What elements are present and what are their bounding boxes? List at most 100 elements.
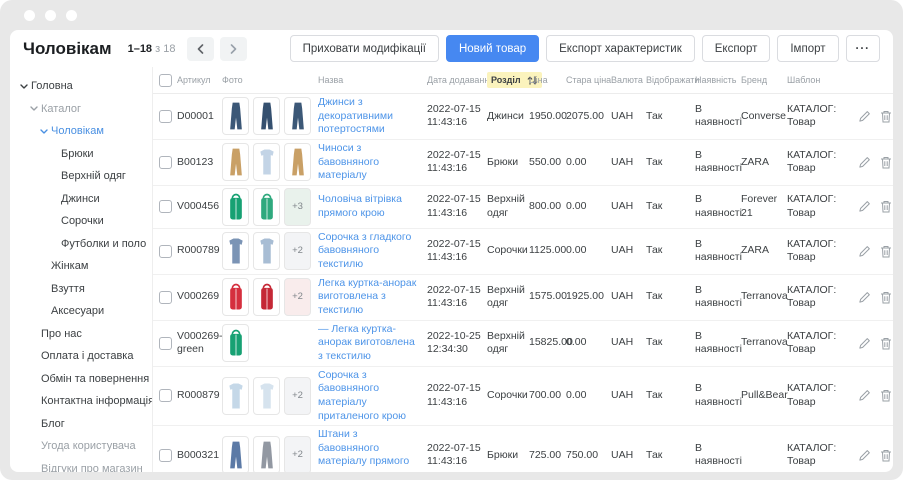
product-photos [222,324,318,362]
sidebar-item[interactable]: Жінкам [10,255,152,278]
product-photo[interactable] [253,232,280,270]
product-photo[interactable] [222,232,249,270]
more-photos-badge[interactable]: +3 [284,188,311,226]
edit-button[interactable] [858,291,871,304]
product-name-link[interactable]: Сорочка з бавовняного матеріалу притален… [318,369,427,424]
product-name-link[interactable]: Сорочка з гладкого бавовняного текстилю [318,231,427,272]
export-characteristics-button[interactable]: Експорт характеристик [546,35,695,62]
product-name-link[interactable]: Легка куртка-анорак виготовлена з тексти… [318,277,427,318]
more-photos-badge[interactable]: +2 [284,377,311,415]
delete-button[interactable] [880,156,892,169]
sidebar-item[interactable]: Сорочки [10,210,152,233]
edit-button[interactable] [858,156,871,169]
column-header-date: Дата додавання [427,75,487,85]
chevron-right-icon [230,44,237,54]
sidebar-item[interactable]: Брюки [10,143,152,166]
sidebar-item[interactable]: Блог [10,413,152,436]
window-dot[interactable] [45,10,56,21]
row-actions [858,337,893,350]
delete-button[interactable] [880,337,892,350]
product-name-link[interactable]: Штани з бавовняного матеріалу прямого кр… [318,428,427,472]
product-name-link[interactable]: Чиноси з бавовняного матеріалу [318,142,427,183]
product-photo[interactable] [253,188,280,226]
delete-button[interactable] [880,245,892,258]
row-checkbox[interactable] [159,449,172,462]
more-photos-badge[interactable]: +2 [284,232,311,270]
row-checkbox[interactable] [159,156,172,169]
sidebar-item[interactable]: Верхній одяг [10,165,152,188]
sidebar-item[interactable]: Угода користувача [10,435,152,458]
product-availability: В наявності [695,330,741,357]
more-button[interactable]: ··· [846,35,881,62]
product-photo[interactable] [222,436,249,472]
delete-button[interactable] [880,449,892,462]
product-photo[interactable] [222,188,249,226]
product-photo[interactable] [253,436,280,472]
more-photos-badge[interactable]: +2 [284,278,311,316]
product-price: 1125.00 [529,244,566,258]
delete-button[interactable] [880,200,892,213]
sidebar-item[interactable]: Джинси [10,188,152,211]
edit-button[interactable] [858,245,871,258]
product-template: КАТАЛОГ: Товар [787,193,858,220]
row-checkbox[interactable] [159,291,172,304]
pagination-prev-button[interactable] [187,37,214,61]
delete-button[interactable] [880,389,892,402]
row-checkbox[interactable] [159,389,172,402]
product-name-link[interactable]: — Легка куртка-анорак виготовлена з текс… [318,323,427,364]
product-display: Так [646,336,695,350]
edit-button[interactable] [858,337,871,350]
delete-button[interactable] [880,291,892,304]
sidebar-item[interactable]: Головна [10,75,152,98]
date-added: 2022-07-1511:43:16 [427,149,487,176]
row-checkbox[interactable] [159,337,172,350]
product-photo[interactable] [222,324,249,362]
product-photo[interactable] [222,278,249,316]
new-product-button[interactable]: Новий товар [446,35,539,62]
window-dot[interactable] [66,10,77,21]
product-name-link[interactable]: Чоловіча вітрівка прямого крою [318,193,427,220]
chevron-down-icon[interactable] [20,84,31,89]
export-button[interactable]: Експорт [702,35,771,62]
product-photo[interactable] [222,143,249,181]
product-photo[interactable] [222,377,249,415]
hide-modifications-button[interactable]: Приховати модифікації [290,35,439,62]
edit-button[interactable] [858,449,871,462]
chevron-down-icon[interactable] [30,106,41,111]
sidebar-item[interactable]: Аксесуари [10,300,152,323]
product-photo[interactable] [253,278,280,316]
sidebar-item[interactable]: Оплата і доставка [10,345,152,368]
pagination-next-button[interactable] [220,37,247,61]
product-photo[interactable] [284,143,311,181]
more-photos-badge[interactable]: +2 [284,436,311,472]
product-photo[interactable] [222,97,249,135]
select-all-checkbox[interactable] [159,74,172,87]
edit-button[interactable] [858,200,871,213]
sidebar-item[interactable]: Футболки и поло [10,233,152,256]
sidebar-item[interactable]: Контактна інформація [10,390,152,413]
import-button[interactable]: Імпорт [777,35,838,62]
sidebar-item[interactable]: Відгуки про магазин [10,458,152,473]
row-checkbox[interactable] [159,200,172,213]
window-dot[interactable] [24,10,35,21]
sidebar-item[interactable]: Каталог [10,98,152,121]
product-display: Так [646,389,695,403]
sidebar-item[interactable]: Чоловікам [10,120,152,143]
product-photo[interactable] [253,143,280,181]
product-name-link[interactable]: Джинси з декоративними потертостями [318,96,427,137]
product-photo[interactable] [284,97,311,135]
sidebar-item[interactable]: Обмін та повернення [10,368,152,391]
column-header-section[interactable]: Розділ [487,72,529,88]
chevron-down-icon[interactable] [40,129,51,134]
edit-button[interactable] [858,110,871,123]
product-currency: UAH [611,110,646,124]
product-photo[interactable] [253,377,280,415]
edit-button[interactable] [858,389,871,402]
delete-button[interactable] [880,110,892,123]
product-photo[interactable] [253,97,280,135]
row-checkbox[interactable] [159,245,172,258]
table-header: АртикулФотоНазваДата додаванняРозділЦіна… [153,67,893,94]
sidebar-item[interactable]: Взуття [10,278,152,301]
sidebar-item[interactable]: Про нас [10,323,152,346]
row-checkbox[interactable] [159,110,172,123]
